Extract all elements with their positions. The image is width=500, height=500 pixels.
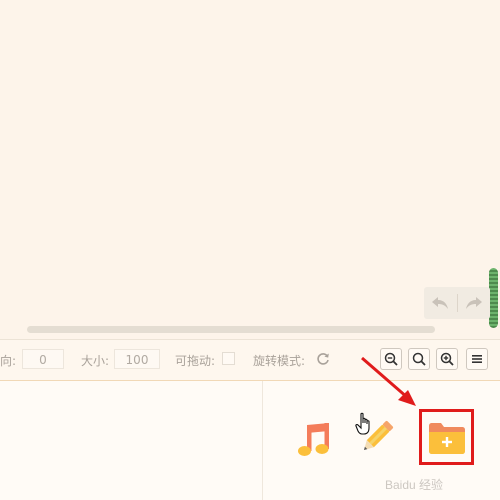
direction-label: 向: (0, 354, 17, 368)
undo-button[interactable] (424, 287, 457, 319)
properties-toolbar: 向: 0 大小: 100 可拖动: 旋转模式: (0, 339, 500, 381)
draggable-checkbox[interactable] (222, 352, 235, 365)
vertical-scrollbar[interactable] (489, 268, 498, 328)
direction-input[interactable]: 0 (22, 349, 64, 369)
lower-left-panel (0, 381, 263, 500)
redo-button[interactable] (457, 287, 490, 319)
rotate-icon[interactable] (316, 352, 330, 366)
size-input[interactable]: 100 (114, 349, 160, 369)
redo-icon (465, 297, 482, 309)
draggable-label: 可拖动: (175, 354, 216, 368)
zoom-in-button[interactable] (436, 348, 458, 370)
hand-cursor-icon (355, 412, 370, 435)
size-label: 大小: (81, 354, 110, 368)
new-folder-highlight-box (419, 409, 474, 465)
watermark-text: Baidu 经验 (385, 478, 444, 492)
red-arrow-annotation (361, 356, 416, 406)
undo-redo-group (424, 287, 490, 319)
horizontal-scrollbar[interactable] (27, 326, 435, 333)
zoom-in-icon (440, 352, 454, 366)
music-note-icon[interactable] (296, 421, 334, 459)
baidu-watermark: Baidu 经验 (385, 476, 443, 493)
menu-icon (472, 355, 482, 363)
rotate-mode-label: 旋转模式: (253, 354, 306, 368)
undo-icon (432, 297, 449, 309)
menu-button[interactable] (466, 348, 488, 370)
